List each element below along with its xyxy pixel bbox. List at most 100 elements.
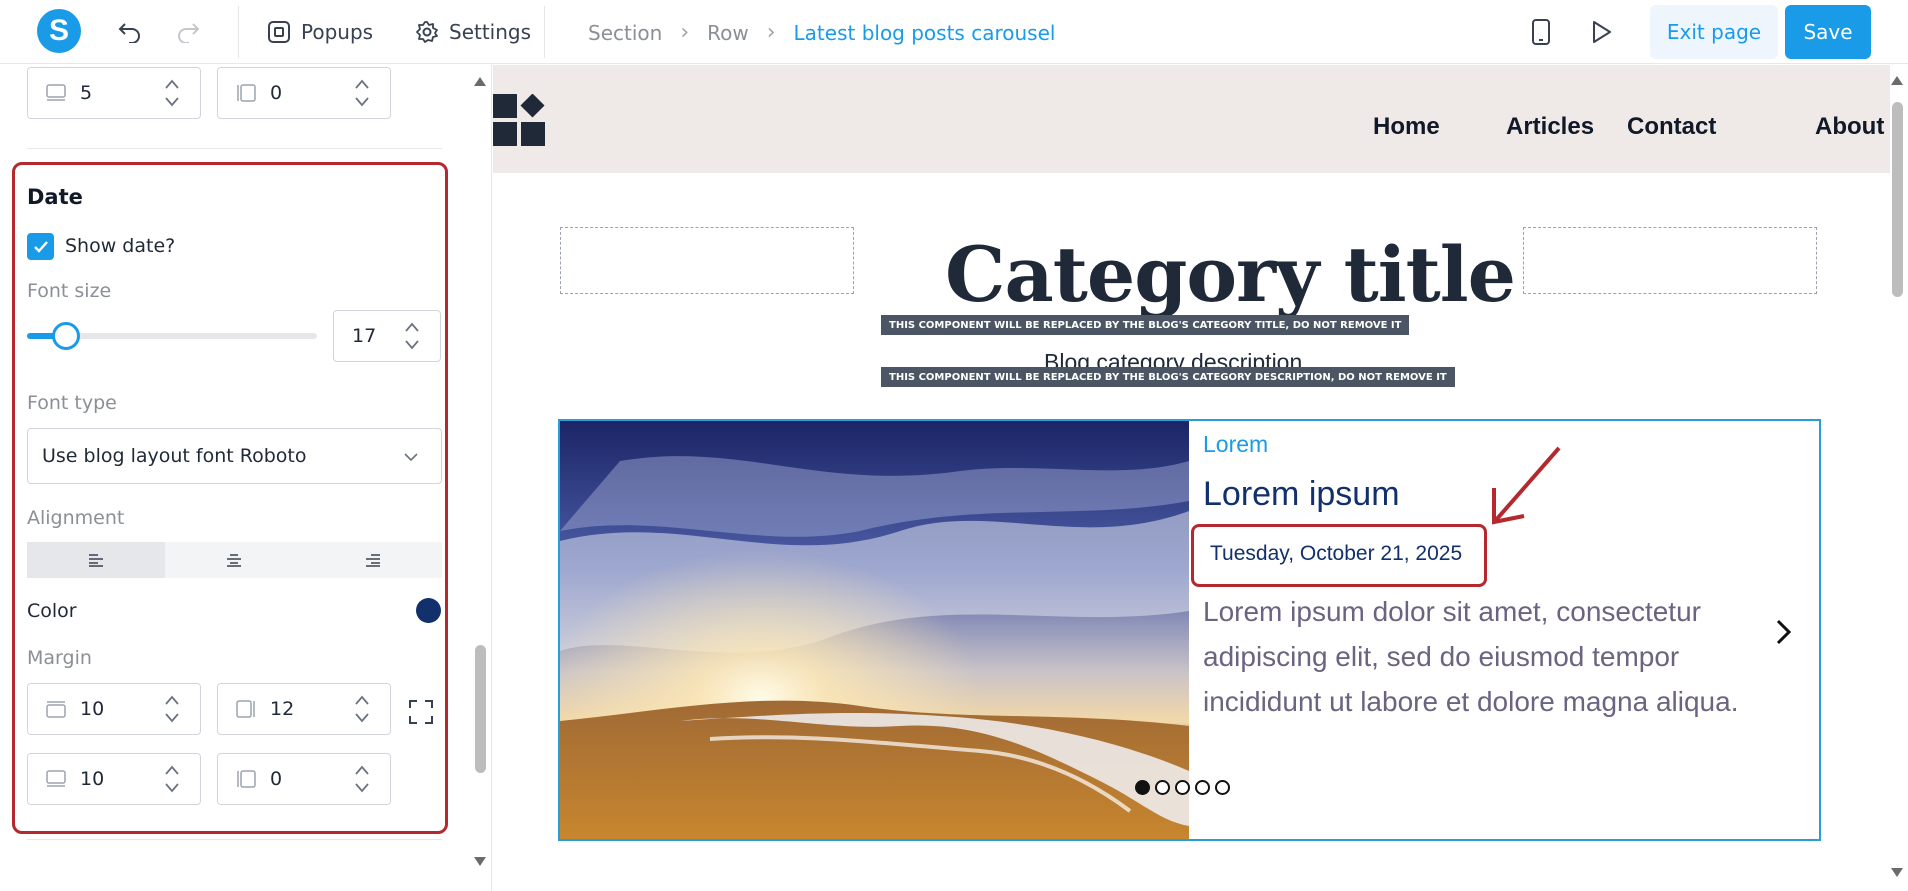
stepper-icon[interactable] bbox=[164, 694, 180, 724]
empty-column-placeholder[interactable] bbox=[560, 227, 854, 294]
carousel-dot[interactable] bbox=[1155, 780, 1170, 795]
margin-top-value: 10 bbox=[80, 698, 105, 720]
category-title[interactable]: Category title bbox=[945, 230, 1516, 319]
gear-icon bbox=[416, 21, 438, 43]
margin-left-icon bbox=[237, 84, 256, 102]
font-size-value: 17 bbox=[352, 325, 377, 347]
margin-left-field[interactable]: 0 bbox=[217, 753, 391, 805]
date-highlight-box bbox=[1191, 524, 1487, 587]
align-left-button[interactable] bbox=[27, 542, 166, 578]
carousel-dot[interactable] bbox=[1215, 780, 1230, 795]
margin-bottom-value: 10 bbox=[80, 768, 105, 790]
margin-top-field[interactable]: 10 bbox=[27, 683, 201, 735]
carousel-dot[interactable] bbox=[1195, 780, 1210, 795]
breadcrumb-section[interactable]: Section bbox=[588, 21, 662, 45]
alignment-label: Alignment bbox=[27, 507, 125, 529]
category-description-notice: THIS COMPONENT WILL BE REPLACED BY THE B… bbox=[881, 367, 1455, 387]
carousel-dot[interactable] bbox=[1175, 780, 1190, 795]
scroll-up-arrow[interactable] bbox=[474, 77, 486, 86]
empty-column-placeholder[interactable] bbox=[1523, 227, 1817, 294]
margin-left-icon bbox=[237, 770, 256, 788]
margin-top-icon bbox=[46, 701, 66, 718]
redo-icon[interactable] bbox=[173, 17, 203, 47]
stepper-icon[interactable] bbox=[164, 764, 180, 794]
prev-margin-left-value: 0 bbox=[270, 82, 283, 104]
page-canvas: Home Articles Contact About Category tit… bbox=[493, 65, 1890, 891]
margin-bottom-field[interactable]: 10 bbox=[27, 753, 201, 805]
carousel-dot[interactable] bbox=[1135, 780, 1150, 795]
breadcrumb-row[interactable]: Row bbox=[707, 21, 749, 45]
exit-page-button[interactable]: Exit page bbox=[1650, 5, 1778, 59]
post-category[interactable]: Lorem bbox=[1203, 431, 1268, 458]
post-title[interactable]: Lorem ipsum bbox=[1203, 475, 1400, 514]
post-featured-image[interactable] bbox=[560, 421, 1189, 839]
margin-right-field[interactable]: 12 bbox=[217, 683, 391, 735]
nav-about[interactable]: About bbox=[1815, 113, 1884, 141]
panel-scrollbar-thumb[interactable] bbox=[475, 645, 486, 773]
breadcrumb: Section › Row › Latest blog posts carous… bbox=[588, 20, 1055, 45]
stepper-icon[interactable] bbox=[164, 78, 180, 108]
margin-label: Margin bbox=[27, 647, 92, 669]
chevron-right-icon: › bbox=[680, 20, 690, 45]
margin-bottom-icon bbox=[46, 84, 66, 101]
show-date-checkbox[interactable] bbox=[27, 233, 54, 260]
font-type-label: Font type bbox=[27, 392, 117, 414]
breadcrumb-current[interactable]: Latest blog posts carousel bbox=[794, 21, 1056, 45]
alignment-control bbox=[27, 542, 442, 578]
check-icon bbox=[33, 240, 48, 253]
date-color-swatch[interactable] bbox=[416, 598, 441, 623]
stepper-icon[interactable] bbox=[354, 694, 370, 724]
settings-panel: 5 0 Date Show date? Font size 17 Font ty… bbox=[0, 65, 492, 891]
align-center-icon bbox=[227, 554, 242, 567]
canvas-scroll-down-arrow[interactable] bbox=[1891, 868, 1903, 877]
top-toolbar: S Popups Settings Section › Row › Latest… bbox=[0, 0, 1908, 64]
canvas-scrollbar-thumb[interactable] bbox=[1892, 102, 1903, 297]
font-type-select[interactable]: Use blog layout font Roboto bbox=[27, 428, 442, 484]
nav-home[interactable]: Home bbox=[1373, 113, 1440, 141]
font-size-input[interactable]: 17 bbox=[333, 310, 441, 362]
stepper-icon[interactable] bbox=[354, 764, 370, 794]
toolbar-divider bbox=[544, 6, 545, 58]
align-right-button[interactable] bbox=[304, 542, 442, 578]
app-logo[interactable]: S bbox=[37, 9, 81, 53]
toolbar-divider bbox=[238, 6, 239, 58]
expand-margin-icon[interactable] bbox=[408, 699, 434, 725]
site-logo-icon[interactable] bbox=[493, 94, 553, 150]
font-size-slider-handle[interactable] bbox=[52, 322, 80, 350]
margin-right-icon bbox=[236, 700, 255, 718]
settings-button[interactable]: Settings bbox=[415, 14, 531, 50]
site-header: Home Articles Contact About bbox=[493, 65, 1890, 173]
panel-divider bbox=[27, 148, 442, 149]
carousel-pagination bbox=[1135, 780, 1230, 795]
save-button[interactable]: Save bbox=[1785, 5, 1871, 59]
chevron-right-icon: › bbox=[766, 20, 776, 45]
settings-label: Settings bbox=[449, 20, 532, 44]
popups-button[interactable]: Popups bbox=[267, 14, 373, 50]
undo-icon[interactable] bbox=[115, 17, 145, 47]
mobile-preview-icon[interactable] bbox=[1526, 17, 1556, 47]
scroll-down-arrow[interactable] bbox=[474, 857, 486, 866]
play-preview-icon[interactable] bbox=[1586, 17, 1616, 47]
prev-margin-left-field[interactable]: 0 bbox=[217, 67, 391, 119]
stepper-icon[interactable] bbox=[354, 78, 370, 108]
prev-margin-bottom-field[interactable]: 5 bbox=[27, 67, 201, 119]
nav-contact[interactable]: Contact bbox=[1627, 113, 1716, 141]
canvas-scroll-up-arrow[interactable] bbox=[1891, 76, 1903, 85]
show-date-label: Show date? bbox=[65, 235, 176, 257]
category-title-notice: THIS COMPONENT WILL BE REPLACED BY THE B… bbox=[881, 315, 1410, 335]
prev-margin-bottom-value: 5 bbox=[80, 82, 93, 104]
latest-posts-carousel[interactable]: Lorem Lorem ipsum Tuesday, October 21, 2… bbox=[558, 419, 1821, 841]
nav-articles[interactable]: Articles bbox=[1506, 113, 1594, 141]
font-type-value: Use blog layout font Roboto bbox=[42, 445, 307, 467]
align-center-button[interactable] bbox=[165, 542, 303, 578]
margin-right-value: 12 bbox=[270, 698, 295, 720]
margin-left-value: 0 bbox=[270, 768, 283, 790]
color-label: Color bbox=[27, 600, 77, 622]
annotation-arrow-icon bbox=[1492, 446, 1561, 525]
popups-label: Popups bbox=[301, 20, 374, 44]
panel-divider bbox=[27, 839, 442, 840]
chevron-right-icon[interactable] bbox=[1772, 618, 1796, 646]
align-left-icon bbox=[89, 554, 104, 567]
stepper-icon[interactable] bbox=[404, 321, 420, 351]
post-excerpt: Lorem ipsum dolor sit amet, consectetur … bbox=[1203, 596, 1739, 717]
